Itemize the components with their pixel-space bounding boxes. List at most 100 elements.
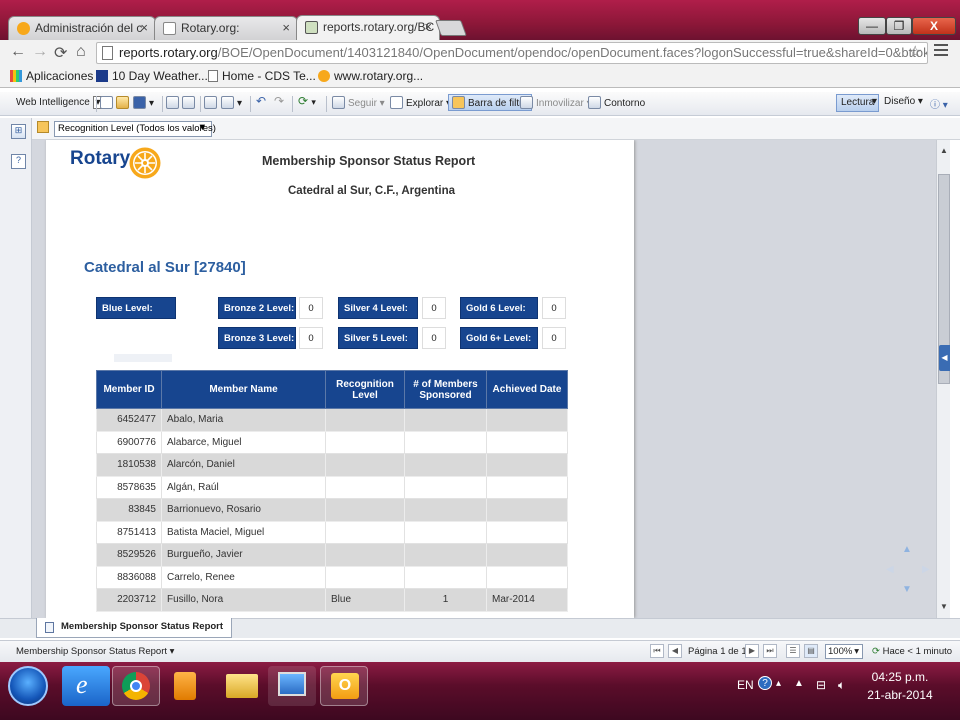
cell-members-sponsored: [404, 520, 487, 544]
level-label: Bronze 3 Level:: [218, 327, 296, 349]
prev-page-icon[interactable]: ◀: [668, 644, 682, 658]
diseno-button[interactable]: Diseño ▾: [884, 96, 923, 107]
system-clock[interactable]: 04:25 p.m. 21-abr-2014: [860, 668, 940, 704]
show-hidden-icons[interactable]: ▲: [794, 678, 804, 689]
quick-display-icon[interactable]: ☰: [786, 644, 800, 658]
col-member-name: Member Name: [161, 370, 326, 409]
vertical-scrollbar[interactable]: ▲ ▼: [936, 140, 950, 618]
recognition-level-filter-select[interactable]: Recognition Level (Todos los valores) ▼: [54, 121, 216, 137]
forward-icon[interactable]: →: [32, 43, 48, 61]
export-icon[interactable]: ▾: [221, 96, 242, 109]
bo-toolbar: Web Intelligence ▾ ▾ ▾ ↶ ↷ ⟳ ▾ Seguir ▾ …: [0, 92, 960, 116]
bookmark-rotary[interactable]: www.rotary.org...: [318, 69, 423, 83]
help-icon[interactable]: ⓘ ▾: [930, 96, 948, 111]
last-page-icon[interactable]: ⏭: [763, 644, 777, 658]
cell-members-sponsored: [404, 453, 487, 477]
maximize-button[interactable]: ❐: [886, 17, 912, 35]
reload-icon[interactable]: ⟳: [54, 43, 67, 63]
page-mode-icon[interactable]: ▤: [804, 644, 818, 658]
minimize-button[interactable]: —: [858, 17, 886, 35]
bookmark-star-icon[interactable]: ☆: [908, 42, 922, 62]
close-tab-icon[interactable]: ×: [424, 19, 432, 34]
navigation-map-icon[interactable]: ⊞: [11, 124, 26, 139]
level-label: Silver 4 Level:: [338, 297, 418, 319]
track-changes-icon[interactable]: [204, 96, 220, 109]
bookmark-aplicaciones[interactable]: Aplicaciones: [10, 69, 93, 83]
chevron-down-icon: ▼: [197, 122, 207, 133]
tab-administracion[interactable]: Administración del c ×: [8, 16, 156, 40]
tab-rotary-org[interactable]: Rotary.org: ×: [154, 16, 298, 40]
report-tab-label: Membership Sponsor Status Report: [61, 621, 224, 632]
refresh-icon[interactable]: ⟳ ▾: [298, 94, 316, 108]
network-icon[interactable]: ⊟: [816, 678, 826, 692]
col-achieved-date: Achieved Date: [486, 370, 568, 409]
open-folder-icon[interactable]: [116, 96, 132, 109]
outlook-icon[interactable]: O: [320, 666, 368, 706]
nav-up-arrow-icon[interactable]: ▲: [902, 544, 912, 555]
seguir-button[interactable]: Seguir ▾: [332, 96, 385, 109]
cell-recognition-level: [325, 543, 405, 567]
toolbar-divider: [250, 96, 251, 112]
zoom-select[interactable]: 100% ▾: [825, 644, 863, 659]
save-icon[interactable]: ▾: [133, 96, 154, 109]
side-panel-toggle-icon[interactable]: ◀: [939, 345, 950, 371]
close-window-button[interactable]: X: [912, 17, 956, 35]
next-page-icon[interactable]: ▶: [745, 644, 759, 658]
cell-members-sponsored: [404, 408, 487, 432]
first-page-icon[interactable]: ⏮: [650, 644, 664, 658]
find-icon[interactable]: [182, 96, 198, 109]
filter-icon[interactable]: [37, 121, 49, 133]
url-input[interactable]: reports.rotary.org/BOE/OpenDocument/1403…: [96, 42, 928, 64]
bookmarks-bar: Aplicaciones 10 Day Weather... Home - CD…: [0, 66, 960, 88]
volume-icon[interactable]: 🔈︎: [838, 678, 845, 693]
report-selector[interactable]: Membership Sponsor Status Report ▾: [16, 646, 174, 657]
col-recognition-level: Recognition Level: [325, 370, 405, 409]
scroll-up-icon[interactable]: ▲: [940, 146, 948, 155]
report-favicon-icon: [305, 21, 318, 34]
tab-membership-sponsor-status-report[interactable]: Membership Sponsor Status Report: [36, 618, 233, 638]
clock-time: 04:25 p.m.: [871, 670, 929, 684]
undo-icon[interactable]: ↶: [256, 94, 266, 108]
bookmark-home-cds[interactable]: Home - CDS Te...: [208, 69, 316, 83]
explorar-button[interactable]: Explorar ▾: [390, 96, 451, 109]
cell-member-id: 1810538: [96, 453, 162, 477]
help-tray-icon[interactable]: ?: [758, 676, 772, 690]
scroll-down-icon[interactable]: ▼: [940, 602, 948, 611]
nav-down-arrow-icon[interactable]: ▼: [902, 584, 912, 595]
bookmark-weather[interactable]: 10 Day Weather...: [96, 69, 208, 83]
contorno-button[interactable]: Contorno: [588, 96, 645, 109]
windows-start-button[interactable]: [8, 666, 48, 706]
new-document-icon[interactable]: [100, 96, 116, 109]
nav-left-arrow-icon[interactable]: ◀: [886, 564, 894, 575]
print-icon[interactable]: [166, 96, 182, 109]
remote-desktop-icon[interactable]: [268, 666, 316, 706]
tab-reports-rotary[interactable]: reports.rotary.org/BC ×: [296, 15, 440, 41]
inmovilizar-button[interactable]: Inmovilizar ▾: [520, 96, 592, 109]
redo-icon[interactable]: ↷: [274, 94, 284, 108]
export-arrow-icon: [221, 96, 234, 109]
disk-icon: [133, 96, 146, 109]
cell-achieved-date: [486, 565, 568, 589]
nav-right-arrow-icon[interactable]: ▶: [922, 564, 930, 575]
internet-explorer-icon[interactable]: e: [62, 666, 110, 706]
cell-recognition-level: [325, 565, 405, 589]
chrome-menu-icon[interactable]: [934, 44, 948, 59]
chrome-icon[interactable]: [112, 666, 160, 706]
lectura-dropdown-icon[interactable]: ▾: [872, 96, 877, 107]
contorno-label: Contorno: [604, 98, 646, 109]
file-explorer-icon[interactable]: [218, 666, 266, 706]
cell-member-name: Burgueño, Javier: [161, 543, 326, 567]
club-heading: Catedral al Sur [27840]: [84, 259, 246, 276]
web-intelligence-menu[interactable]: Web Intelligence ▾: [16, 96, 104, 109]
home-icon[interactable]: ⌂: [76, 43, 86, 61]
document-summary-icon[interactable]: ?: [11, 154, 26, 169]
last-refresh[interactable]: ⟳ Hace < 1 minuto: [872, 646, 952, 657]
level-label: Silver 5 Level:: [338, 327, 418, 349]
media-player-icon[interactable]: [162, 666, 210, 706]
tray-expand-icon[interactable]: ▴: [776, 678, 781, 689]
back-icon[interactable]: ←: [10, 43, 26, 61]
language-indicator[interactable]: EN: [737, 678, 754, 692]
close-tab-icon[interactable]: ×: [282, 20, 290, 35]
new-tab-button[interactable]: [435, 20, 467, 36]
close-tab-icon[interactable]: ×: [140, 20, 148, 35]
